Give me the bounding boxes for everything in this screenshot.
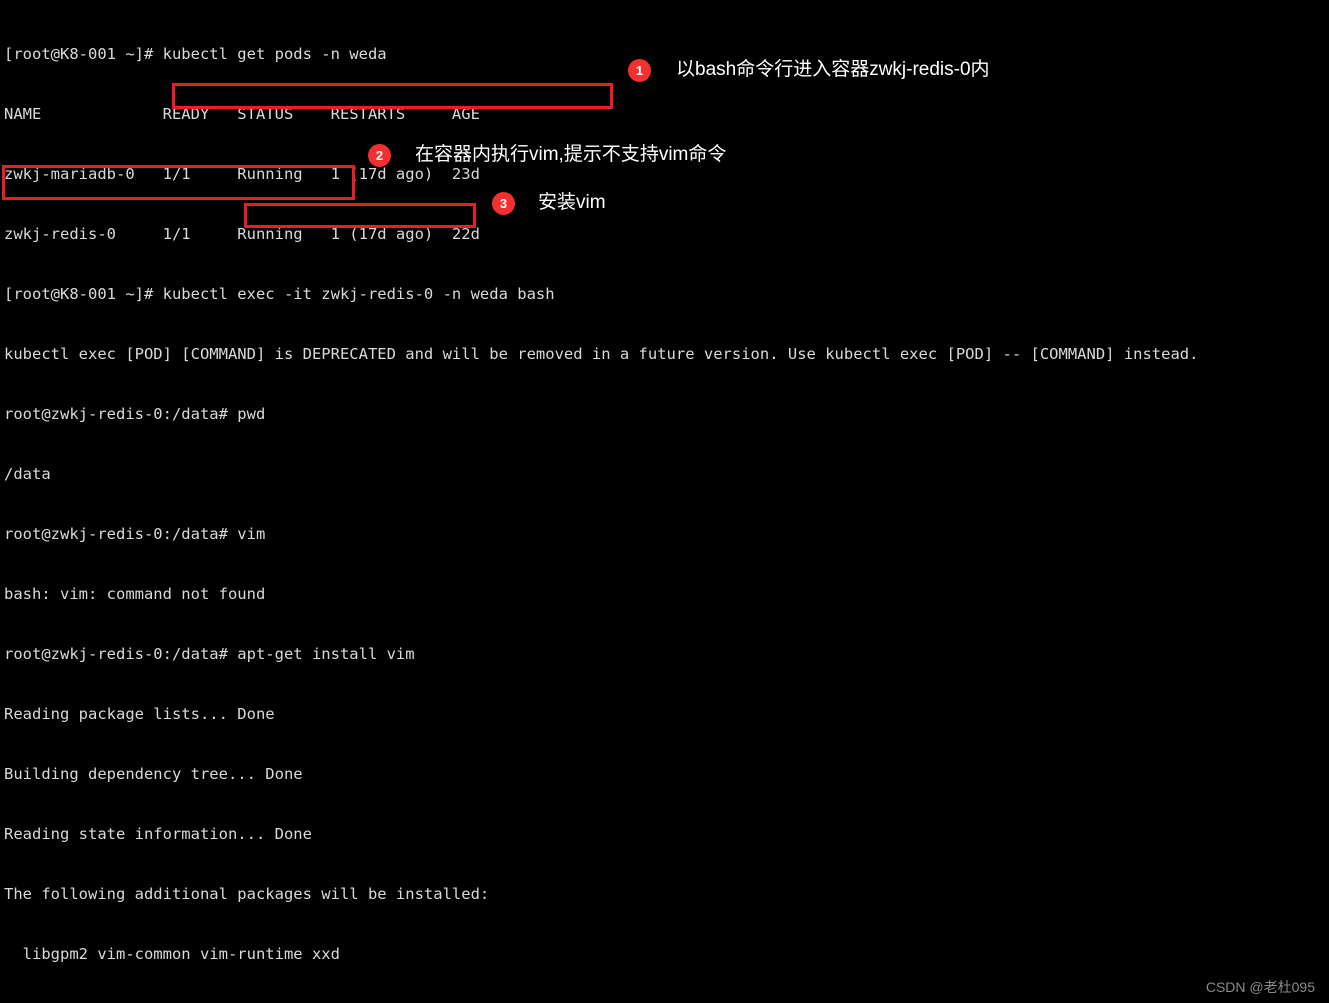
terminal-line: [root@K8-001 ~]# kubectl get pods -n wed… (4, 45, 387, 63)
terminal-line: libgpm2 vim-common vim-runtime xxd (4, 945, 340, 963)
terminal-line: kubectl exec [POD] [COMMAND] is DEPRECAT… (4, 345, 1199, 363)
terminal-line: bash: vim: command not found (4, 585, 266, 603)
terminal-line: zwkj-redis-0 1/1 Running 1 (17d ago) 22d (4, 225, 480, 243)
terminal-line: root@zwkj-redis-0:/data# pwd (4, 405, 266, 423)
terminal-screen: [root@K8-001 ~]# kubectl get pods -n wed… (0, 0, 1329, 1003)
terminal-line: /data (4, 465, 51, 483)
terminal-line: Reading package lists... Done (4, 705, 275, 723)
terminal-line: Reading state information... Done (4, 825, 312, 843)
terminal-line: root@zwkj-redis-0:/data# vim (4, 525, 266, 543)
watermark: CSDN @老杜095 (1205, 979, 1315, 995)
terminal-line: Building dependency tree... Done (4, 765, 303, 783)
terminal-line: [root@K8-001 ~]# kubectl exec -it zwkj-r… (4, 285, 555, 303)
terminal-line: root@zwkj-redis-0:/data# apt-get install… (4, 645, 415, 663)
terminal-line: zwkj-mariadb-0 1/1 Running 1 (17d ago) 2… (4, 165, 480, 183)
terminal-line: NAME READY STATUS RESTARTS AGE (4, 105, 480, 123)
terminal-line: The following additional packages will b… (4, 885, 490, 903)
terminal-output[interactable]: [root@K8-001 ~]# kubectl get pods -n wed… (0, 0, 1329, 1003)
